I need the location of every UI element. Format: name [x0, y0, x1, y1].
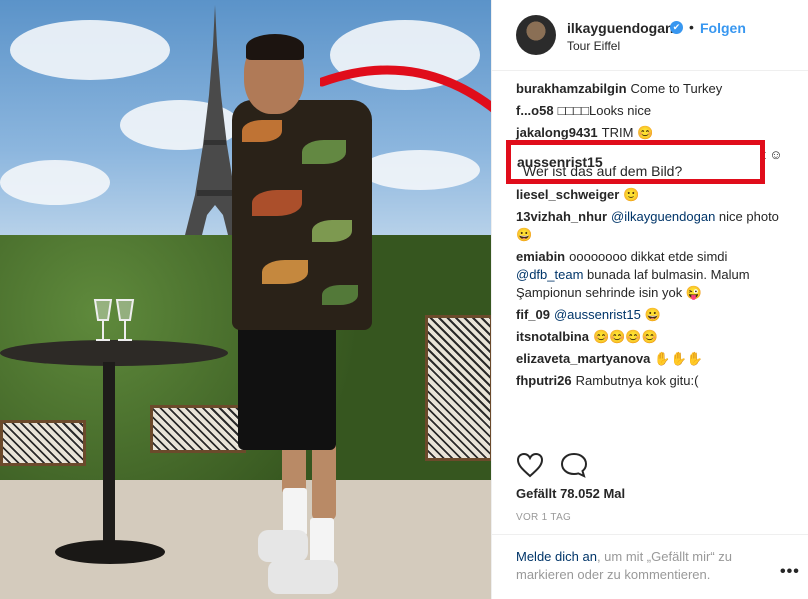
comment-text: 😊😊😊😊 [592, 329, 658, 344]
location-link[interactable]: Tour Eiffel [567, 39, 620, 53]
comment-item: 13vizhah_nhur @ilkayguendogan nice photo … [516, 208, 786, 244]
comment-text: Rambutnya kok gitu:( [575, 373, 699, 388]
sock [310, 518, 334, 566]
comment-item: itsnotalbina 😊😊😊😊 [516, 328, 786, 346]
more-options-icon[interactable]: ••• [780, 563, 800, 581]
post-header: ilkayguendogan ✔ • Folgen Tour Eiffel [492, 0, 808, 71]
comment-text: oooooooo dikkat etde simdi [569, 249, 728, 264]
shirt-pattern [322, 285, 358, 305]
highlight-text: Wer ist das auf dem Bild? [523, 163, 683, 179]
comment-item: f...o58 □□□□Looks nice [516, 102, 786, 120]
table-base [55, 540, 165, 564]
comment-list: burakhamzabilgin Come to Turkey f...o58 □□□… [516, 80, 786, 394]
login-prompt: Melde dich an, um mit „Gefällt mir“ zu m… [516, 548, 761, 584]
sneaker [268, 560, 338, 594]
like-count[interactable]: Gefällt 78.052 Mal [516, 486, 625, 501]
comment-item: fif_09 @aussenrist15 😀 [516, 306, 786, 324]
comment-username[interactable]: liesel_schweiger [516, 187, 619, 202]
highlighted-comment: aussenrist15 Wer ist das auf dem Bild? [506, 140, 765, 184]
comment-username[interactable]: jakalong9431 [516, 125, 598, 140]
comment-text: ✋✋✋ [654, 351, 703, 366]
comment-username[interactable]: burakhamzabilgin [516, 81, 627, 96]
mention-link[interactable]: @aussenrist15 [554, 307, 641, 322]
wine-glasses [93, 299, 135, 341]
shorts [238, 315, 336, 450]
table-leg [103, 362, 115, 552]
comment-username[interactable]: emiabin [516, 249, 565, 264]
comment-item: liesel_schweiger 🙂 [516, 186, 786, 204]
login-link[interactable]: Melde dich an [516, 549, 597, 564]
comment-item: fhputri26 Rambutnya kok gitu:( [516, 372, 786, 390]
terrace-floor [0, 480, 491, 599]
leg [312, 440, 336, 520]
separator-dot: • [689, 19, 694, 35]
shirt-pattern [312, 220, 352, 242]
shirt-pattern [242, 120, 282, 142]
shirt-pattern [262, 260, 308, 284]
shirt-pattern [252, 190, 302, 216]
bistro-chair [0, 420, 86, 466]
comment-text: 😀 [640, 307, 661, 322]
sky-cloud [10, 20, 170, 80]
action-bar [516, 452, 588, 483]
post-timestamp[interactable]: VOR 1 TAG [516, 512, 571, 523]
avatar[interactable] [516, 15, 556, 55]
post-sidebar: ilkayguendogan ✔ • Folgen Tour Eiffel bu… [491, 0, 808, 599]
comment-username[interactable]: fif_09 [516, 307, 550, 322]
comment-item: elizaveta_martyanova ✋✋✋ [516, 350, 786, 368]
comment-item: burakhamzabilgin Come to Turkey [516, 80, 786, 98]
author-username[interactable]: ilkayguendogan [567, 20, 674, 36]
highlight-comment-text: aussenrist15 Wer ist das auf dem Bild? [517, 154, 682, 179]
heart-icon[interactable] [516, 452, 544, 478]
comment-username[interactable]: f...o58 [516, 103, 554, 118]
sock [283, 488, 307, 536]
comment-item: emiabin oooooooo dikkat etde simdi @dfb_t… [516, 248, 786, 302]
comment-text: Come to Turkey [630, 81, 723, 96]
mention-link[interactable]: @dfb_team [516, 267, 583, 282]
follow-button[interactable]: Folgen [700, 20, 746, 36]
comment-username[interactable]: itsnotalbina [516, 329, 589, 344]
comment-username[interactable]: elizaveta_martyanova [516, 351, 650, 366]
mention-link[interactable]: @ilkayguendogan [611, 209, 715, 224]
comment-username[interactable]: fhputri26 [516, 373, 572, 388]
sneaker [258, 530, 308, 562]
bistro-chair [150, 405, 246, 453]
comment-text: TRIM 😊 [601, 125, 654, 140]
sky-cloud [0, 160, 110, 205]
verified-badge-icon: ✔ [670, 21, 683, 34]
comment-username[interactable]: 13vizhah_nhur [516, 209, 607, 224]
divider [492, 534, 808, 535]
comment-text: □□□□Looks nice [557, 103, 652, 118]
comment-text: 🙂 [623, 187, 640, 202]
comment-icon[interactable] [560, 452, 588, 478]
hair [246, 34, 304, 60]
bistro-chair [425, 315, 491, 461]
